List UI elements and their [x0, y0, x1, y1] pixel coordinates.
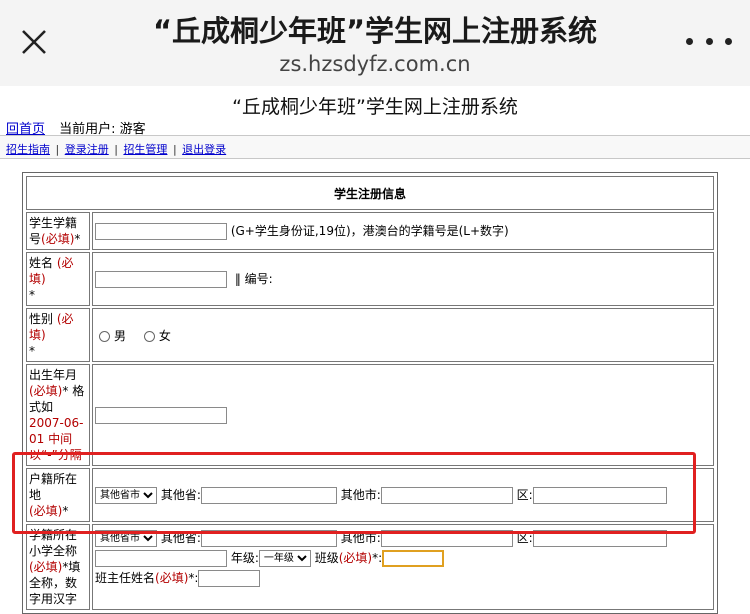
gender-label: 性别 (必填) * [26, 308, 90, 362]
student-id-input[interactable] [95, 223, 227, 240]
gender-female-radio[interactable] [143, 330, 155, 342]
school-district-label: 区: [516, 531, 533, 545]
gender-female-label: 女 [158, 328, 171, 343]
page-title: “丘成桐少年班”学生网上注册系统 [232, 96, 518, 118]
household-other-province-label: 其他省: [160, 488, 201, 502]
browser-domain: zs.hzsdyfz.com.cn [279, 52, 471, 76]
birth-input[interactable] [95, 406, 227, 424]
gender-male-label: 男 [114, 328, 127, 343]
class-input[interactable] [382, 550, 445, 567]
nav-login-register[interactable]: 登录注册 [65, 143, 109, 156]
nav-enrollment-admin[interactable]: 招生管理 [123, 143, 167, 156]
gender-male-radio[interactable] [99, 330, 110, 342]
school-other-province-label: 其他省: [160, 531, 201, 545]
student-id-hint: (G+学生身份证,19位)，港澳台的学籍号是(L+数字) [230, 224, 509, 238]
school-province-select[interactable]: 其他省市 [95, 530, 157, 547]
household-district-input[interactable] [532, 487, 667, 504]
household-other-city-input[interactable] [380, 487, 513, 504]
household-district-label: 区: [516, 488, 533, 502]
school-other-city-label: 其他市: [340, 531, 381, 545]
nav-logout[interactable]: 退出登录 [182, 143, 226, 156]
class-label: 班级(必填)*: [314, 551, 383, 565]
household-province-select[interactable]: 其他省市 [95, 487, 157, 504]
nav-separator: | [55, 143, 60, 156]
nav-separator: | [114, 143, 118, 156]
school-district-input[interactable] [532, 530, 667, 547]
browser-page-title: “丘成桐少年班”学生网上注册系统 [152, 14, 598, 48]
school-other-city-input[interactable] [380, 530, 513, 547]
registration-form: 学生注册信息 学生学籍号(必填)* (G+学生身份证,19位)，港澳台的学籍号是… [22, 172, 718, 614]
browser-top-bar: “丘成桐少年班”学生网上注册系统 zs.hzsdyfz.com.cn [0, 0, 750, 86]
school-other-province-input[interactable] [200, 530, 337, 547]
nav-separator: | [172, 143, 177, 156]
name-input[interactable] [95, 271, 227, 288]
section-title: 学生注册信息 [26, 176, 714, 210]
grade-label: 年级: [230, 551, 259, 565]
teacher-label: 班主任姓名(必填)*: [95, 571, 199, 585]
name-label: 姓名 (必填) * [26, 252, 90, 306]
nav-enrollment-guide[interactable]: 招生指南 [6, 143, 50, 156]
student-id-label: 学生学籍号(必填)* [26, 212, 90, 250]
more-options-icon[interactable] [686, 28, 732, 54]
school-name-input[interactable] [95, 550, 227, 567]
grade-select[interactable]: 一年级 [258, 550, 311, 567]
nav-bar: 招生指南 | 登录注册 | 招生管理 | 退出登录 [0, 135, 750, 159]
household-label: 户籍所在地 (必填)* [26, 468, 90, 522]
household-other-province-input[interactable] [200, 487, 337, 504]
name-number-label: ‖ 编号: [234, 272, 273, 286]
teacher-input[interactable] [198, 570, 261, 587]
household-other-city-label: 其他市: [340, 488, 381, 502]
birth-label: 出生年月(必填)* 格式如2007-06-01 中间以“-”分隔 [26, 364, 90, 466]
close-icon[interactable] [14, 24, 54, 60]
